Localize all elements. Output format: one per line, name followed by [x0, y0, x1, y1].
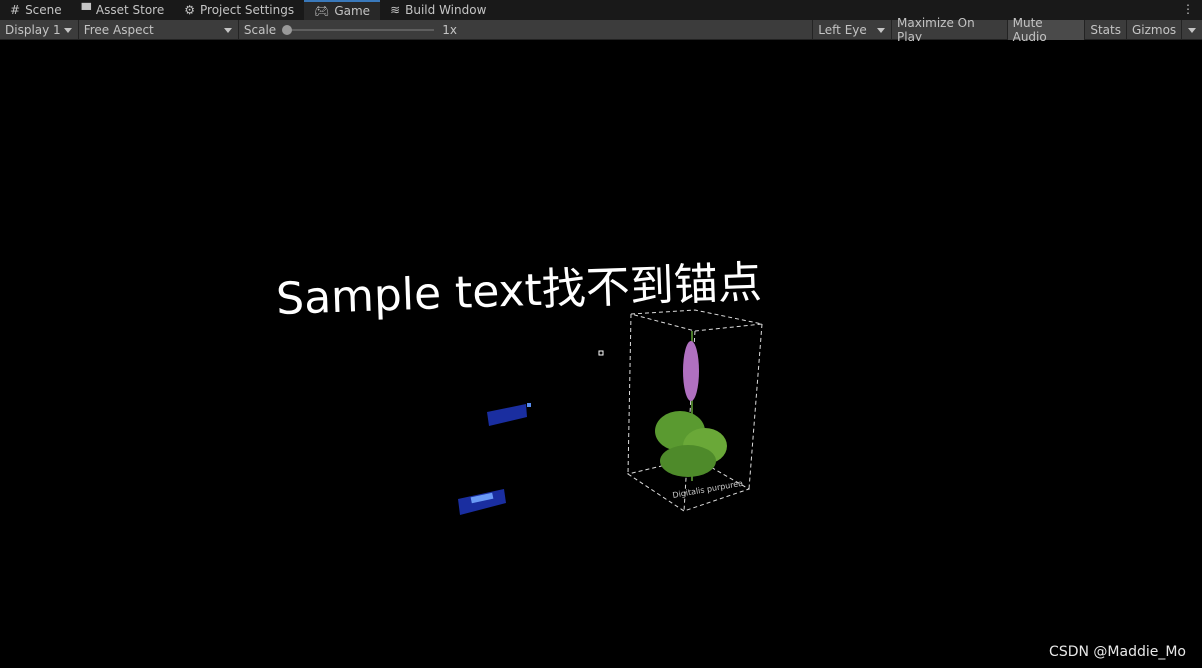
gear-icon: ⚙	[184, 3, 195, 17]
foxglove-plant	[655, 331, 727, 481]
blue-panel-upper	[487, 404, 527, 426]
tab-asset-store[interactable]: ▀ Asset Store	[72, 0, 175, 20]
bag-icon: ▀	[81, 3, 91, 17]
stats-toggle[interactable]: Stats	[1085, 19, 1127, 40]
scale-control: Scale 1x	[239, 19, 814, 40]
grid-icon: #	[10, 3, 21, 17]
layers-icon: ≋	[390, 3, 401, 17]
pivot-marker	[598, 350, 604, 356]
gamepad-icon: 🎮︎	[314, 4, 330, 18]
maximize-on-play-toggle[interactable]: Maximize On Play	[892, 16, 1008, 44]
plant-label: Digitalis purpurea	[672, 479, 744, 500]
scene-objects: Digitalis purpurea	[458, 309, 763, 515]
watermark: CSDN @Maddie_Mo	[1049, 644, 1186, 660]
tab-game[interactable]: 🎮︎ Game	[304, 0, 381, 20]
game-view[interactable]: Sample text找不到锚点 Digitalis purpurea CSDN…	[0, 41, 1202, 668]
blue-panel-lower	[458, 489, 506, 515]
eye-dropdown[interactable]: Left Eye	[813, 19, 893, 40]
game-toolbar: Display 1 Free Aspect Scale 1x Left Eye …	[0, 16, 1202, 44]
tab-scene[interactable]: # Scene	[0, 0, 72, 20]
scale-slider[interactable]	[282, 20, 435, 40]
scale-slider-knob[interactable]	[282, 24, 293, 35]
more-options-icon[interactable]: ⋮	[1182, 2, 1194, 16]
blue-panel-upper-handle	[527, 403, 531, 407]
gizmos-toggle[interactable]: Gizmos	[1127, 19, 1183, 40]
gizmos-dropdown[interactable]	[1182, 20, 1202, 40]
mute-audio-toggle[interactable]: Mute Audio	[1007, 16, 1086, 44]
display-dropdown[interactable]: Display 1	[0, 19, 79, 40]
tab-build-window[interactable]: ≋ Build Window	[380, 0, 496, 20]
aspect-dropdown[interactable]: Free Aspect	[79, 19, 239, 40]
tab-project-settings[interactable]: ⚙ Project Settings	[174, 0, 304, 20]
